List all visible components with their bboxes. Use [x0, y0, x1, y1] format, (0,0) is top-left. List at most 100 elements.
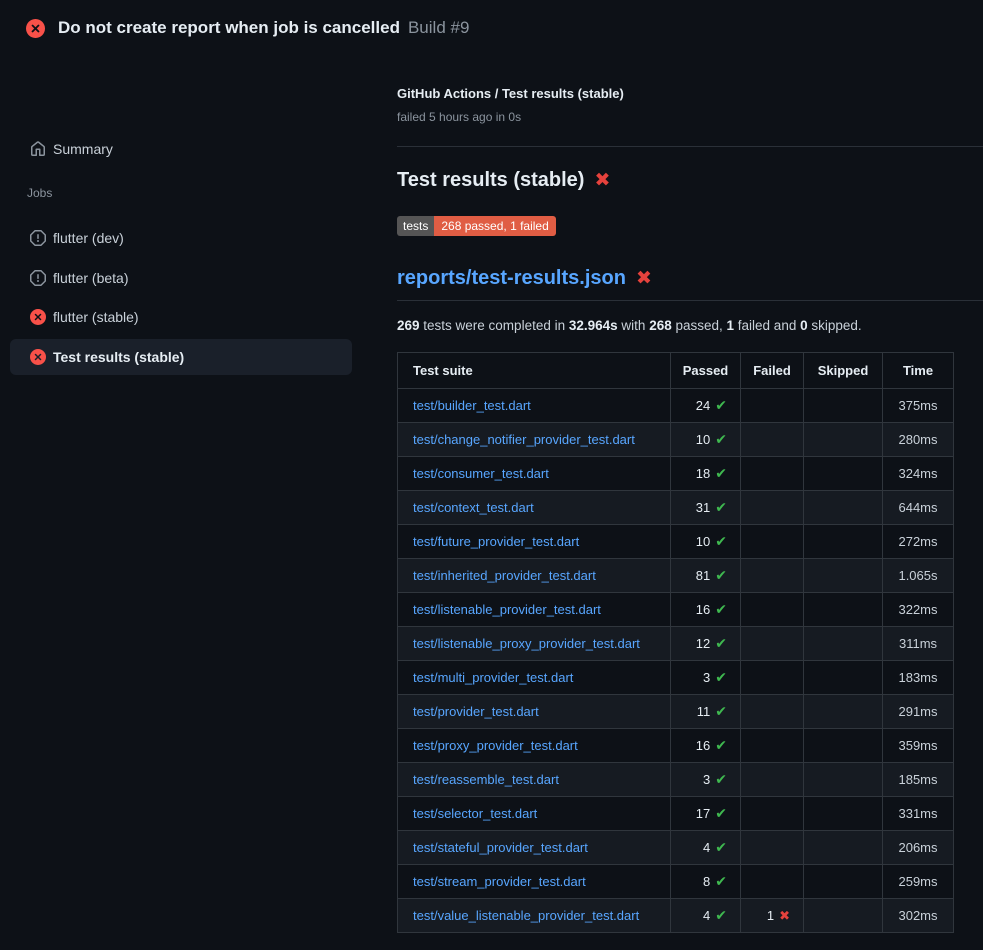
- time-cell: 183ms: [883, 661, 954, 695]
- count-value: 11: [697, 704, 711, 719]
- check-icon: ✔: [715, 839, 727, 855]
- col-header-test-suite: Test suite: [398, 353, 671, 389]
- count-value: 24: [696, 398, 710, 413]
- failed-cell: [741, 797, 804, 831]
- count-value: 3: [703, 772, 710, 787]
- failed-cell: [741, 729, 804, 763]
- count-value: 10: [696, 432, 710, 447]
- passed-cell: 31✔: [671, 491, 741, 525]
- count-value: 10: [696, 534, 710, 549]
- count-value: 81: [696, 568, 710, 583]
- section-divider: [397, 146, 983, 147]
- failed-cell: [741, 763, 804, 797]
- passed-cell: 10✔: [671, 423, 741, 457]
- passed-cell: 3✔: [671, 661, 741, 695]
- sidebar-item-flutter-stable[interactable]: flutter (stable): [10, 299, 352, 335]
- table-row: test/inherited_provider_test.dart81✔1.06…: [398, 559, 954, 593]
- suite-link[interactable]: test/context_test.dart: [413, 500, 534, 515]
- table-row: test/future_provider_test.dart10✔272ms: [398, 525, 954, 559]
- cancelled-stop-icon: [30, 270, 46, 286]
- count-value: 4: [703, 908, 710, 923]
- table-row: test/listenable_provider_test.dart 16✔ 322…: [398, 593, 954, 627]
- skipped-cell: [804, 797, 883, 831]
- sidebar-item-label: flutter (dev): [53, 230, 124, 246]
- suite-link[interactable]: test/provider_test.dart: [413, 704, 539, 719]
- suite-link[interactable]: test/change_notifier_provider_test.dart: [413, 432, 635, 447]
- check-icon: ✔: [715, 635, 727, 651]
- total-time: 32.964s: [569, 318, 618, 333]
- tests-status-badge[interactable]: tests 268 passed, 1 failed: [397, 216, 556, 236]
- report-link[interactable]: reports/test-results.json: [397, 267, 626, 290]
- check-icon: ✔: [715, 601, 727, 617]
- skipped-cell: [804, 457, 883, 491]
- x-emoji-icon: ✖: [594, 169, 610, 192]
- suite-link[interactable]: test/stateful_provider_test.dart: [413, 840, 588, 855]
- check-icon: ✔: [715, 397, 727, 413]
- skipped-cell: [804, 559, 883, 593]
- count-value: 12: [696, 636, 710, 651]
- suite-cell: test/change_notifier_provider_test.dart: [398, 423, 671, 457]
- time-cell: 259ms: [883, 865, 954, 899]
- skipped-cell: [804, 729, 883, 763]
- time-cell: 302ms: [883, 899, 954, 933]
- passed-cell: 4✔: [671, 831, 741, 865]
- suite-link[interactable]: test/reassemble_test.dart: [413, 772, 559, 787]
- count-value: 4: [703, 840, 710, 855]
- failed-status-icon: [30, 309, 46, 325]
- time-cell: 644ms: [883, 491, 954, 525]
- suite-cell: test/selector_test.dart: [398, 797, 671, 831]
- results-table-body: test/builder_test.dart 24 ✔ 375ms test/chang…: [398, 389, 954, 933]
- failed-cell: [741, 491, 804, 525]
- suite-link[interactable]: test/proxy_provider_test.dart: [413, 738, 578, 753]
- failed-status-icon: [30, 349, 46, 365]
- suite-link[interactable]: test/listenable_proxy_provider_test.dart: [413, 636, 640, 651]
- skipped-cell: [804, 593, 883, 627]
- sidebar-item-flutter-beta[interactable]: flutter (beta): [10, 260, 352, 296]
- suite-cell: test/reassemble_test.dart: [398, 763, 671, 797]
- time-cell: 375ms: [883, 389, 954, 423]
- time-cell: 272ms: [883, 525, 954, 559]
- failed-cell: [741, 457, 804, 491]
- passed-cell: 81 ✔: [671, 559, 741, 593]
- sidebar-item-test-results-stable[interactable]: Test results (stable): [10, 339, 352, 375]
- suite-link[interactable]: test/value_listenable_provider_test.dart: [413, 908, 639, 923]
- skipped-cell: [804, 389, 883, 423]
- check-run-title-text: Test results (stable): [397, 169, 584, 192]
- badge-label: tests: [397, 216, 434, 236]
- sidebar-item-label: Summary: [53, 141, 113, 157]
- suite-link[interactable]: test/future_provider_test.dart: [413, 534, 579, 549]
- failed-status-icon: [26, 19, 45, 38]
- check-icon: ✔: [715, 669, 727, 685]
- suite-link[interactable]: test/consumer_test.dart: [413, 466, 549, 481]
- check-icon: ✔: [715, 737, 727, 753]
- table-row: test/consumer_test.dart18✔324ms: [398, 457, 954, 491]
- suite-link[interactable]: test/listenable_provider_test.dart: [413, 602, 601, 617]
- suite-link[interactable]: test/inherited_provider_test.dart: [413, 568, 596, 583]
- table-row: test/multi_provider_test.dart 3✔ 183ms: [398, 661, 954, 695]
- failed-count: 1: [727, 318, 735, 333]
- failed-cell: [741, 865, 804, 899]
- suite-link[interactable]: test/selector_test.dart: [413, 806, 537, 821]
- passed-count: 268: [649, 318, 672, 333]
- suite-link[interactable]: test/multi_provider_test.dart: [413, 670, 573, 685]
- table-row: test/provider_test.dart11✔291ms: [398, 695, 954, 729]
- sidebar-item-label: Test results (stable): [53, 349, 184, 365]
- check-icon: ✔: [715, 567, 727, 583]
- count-value: 16: [696, 738, 710, 753]
- table-header-row: Test suite Passed Failed Skipped Time: [398, 353, 954, 389]
- passed-cell: 16 ✔: [671, 729, 741, 763]
- passed-cell: 16✔: [671, 593, 741, 627]
- table-row: test/listenable_proxy_provider_test.dart…: [398, 627, 954, 661]
- failed-cell: [741, 695, 804, 729]
- home-icon: [30, 141, 46, 157]
- sidebar-item-flutter-dev[interactable]: flutter (dev): [10, 220, 352, 256]
- time-cell: 359ms: [883, 729, 954, 763]
- suite-link[interactable]: test/stream_provider_test.dart: [413, 874, 586, 889]
- suite-cell: test/listenable_provider_test.dart: [398, 593, 671, 627]
- sidebar-item-summary[interactable]: Summary: [10, 131, 352, 167]
- col-header-failed: Failed: [741, 353, 804, 389]
- failed-cell: [741, 831, 804, 865]
- passed-cell: 11✔: [671, 695, 741, 729]
- suite-link[interactable]: test/builder_test.dart: [413, 398, 531, 413]
- time-cell: 322ms: [883, 593, 954, 627]
